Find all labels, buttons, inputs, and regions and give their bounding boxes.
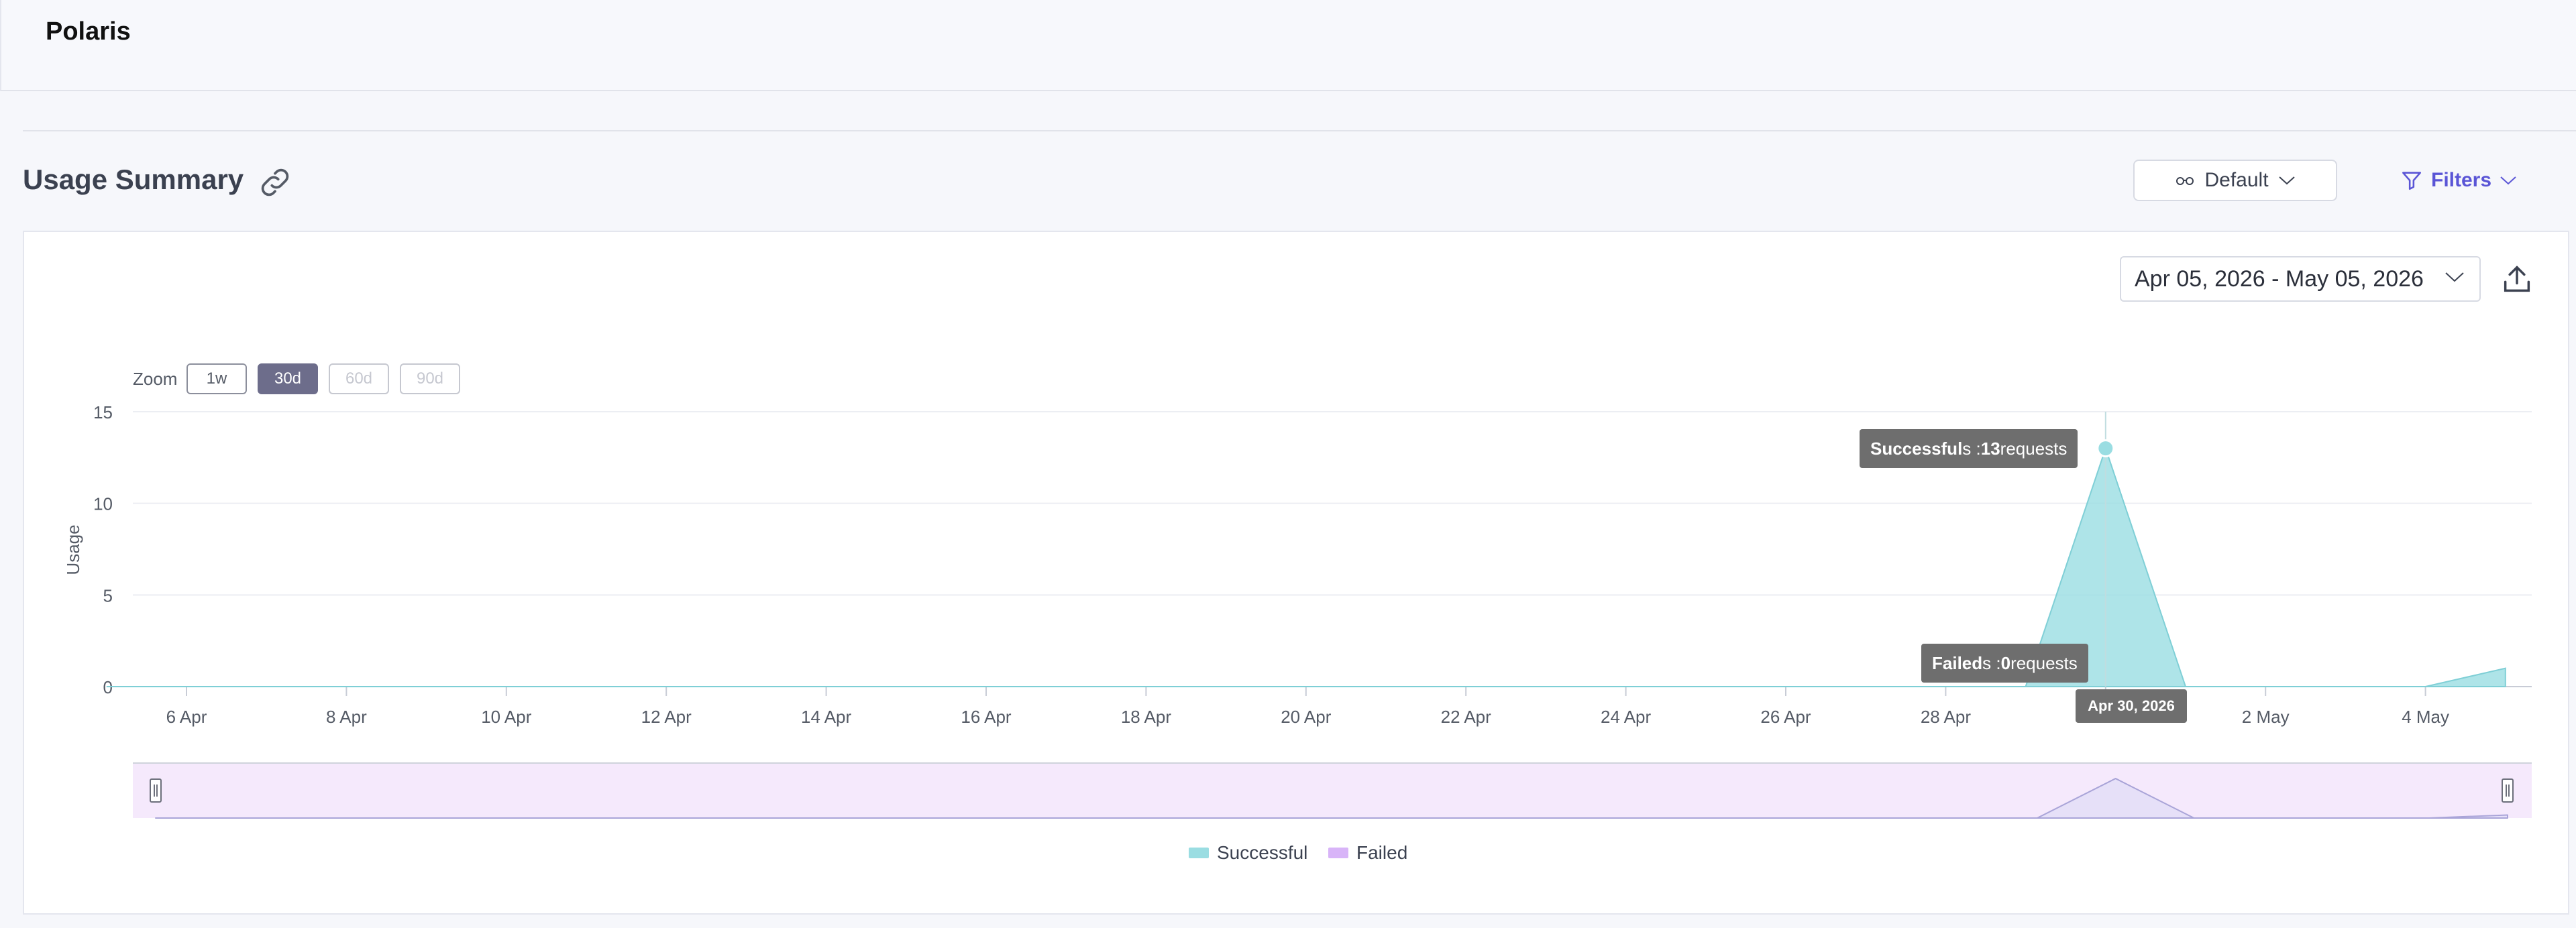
x-tick-label: 16 Apr [961, 707, 1012, 727]
y-tick-label: 5 [103, 585, 113, 605]
successful-area [106, 446, 2506, 687]
x-tick-label: 8 Apr [326, 707, 367, 727]
x-tick-label: 24 Apr [1601, 707, 1652, 727]
usage-chart: 0 5 10 15 Usage 6 Apr 8 Apr 10 Apr 12 Apr 14 Apr 1… [63, 402, 2532, 819]
tooltip-unit: requests [2000, 438, 2068, 459]
legend-label-failed: Failed [1356, 842, 1408, 863]
y-tick-label: 15 [93, 402, 113, 422]
legend-successful[interactable]: Successful [1189, 842, 1307, 864]
navigator-handle-right[interactable] [2502, 778, 2514, 803]
tooltip-series-successful: Successful [1870, 438, 1963, 459]
tooltip-unit: requests [2010, 652, 2078, 673]
tooltip-suffix: s : [1982, 652, 2001, 673]
legend-failed[interactable]: Failed [1328, 842, 1407, 864]
x-tick-label: 18 Apr [1121, 707, 1172, 727]
navigator-handle-left[interactable] [150, 778, 162, 803]
tooltip-suffix: s : [1962, 438, 1981, 459]
x-tick-label: 6 Apr [166, 707, 207, 727]
successful-peak-point [2096, 439, 2115, 458]
y-tick-label: 10 [93, 494, 113, 514]
x-tick-label: 4 May [2402, 707, 2449, 727]
x-tick-label: 20 Apr [1281, 707, 1332, 727]
x-tick-label: 26 Apr [1760, 707, 1811, 727]
legend-swatch-failed [1328, 848, 1348, 858]
x-tick-label: 22 Apr [1441, 707, 1492, 727]
tooltip-value-failed: 0 [2000, 652, 2011, 673]
date-tooltip: Apr 30, 2026 [2076, 689, 2187, 723]
successful-tooltip: Successful s : 13 requests [1860, 429, 2078, 468]
y-axis-label: Usage [63, 524, 83, 575]
legend-swatch-successful [1189, 848, 1209, 858]
tooltip-value-successful: 13 [1980, 438, 2000, 459]
legend-label-successful: Successful [1217, 842, 1308, 863]
failed-tooltip: Failed s : 0 requests [1921, 644, 2088, 683]
tooltip-series-failed: Failed [1932, 652, 1983, 673]
x-tick-label: 28 Apr [1921, 707, 1972, 727]
x-tick-label: 2 May [2242, 707, 2290, 727]
x-tick-label: 14 Apr [801, 707, 852, 727]
x-tick-label: 12 Apr [641, 707, 692, 727]
x-tick-label: 10 Apr [481, 707, 532, 727]
